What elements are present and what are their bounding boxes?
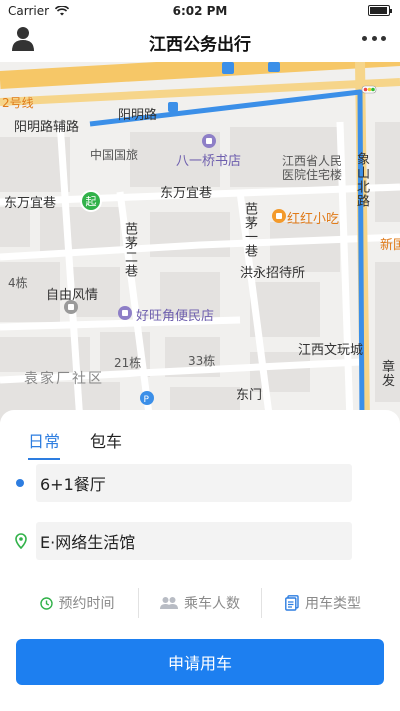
wifi-icon bbox=[55, 6, 70, 16]
tab-charter[interactable]: 包车 bbox=[90, 428, 122, 460]
poi-bookstore-icon bbox=[202, 134, 216, 148]
reserve-time-label: 预约时间 bbox=[58, 596, 115, 612]
page-title: 江西公务出行 bbox=[149, 34, 251, 55]
map-label-honghong: 红红小吃 bbox=[287, 212, 340, 227]
map-label-dongwan-lane-2: 东万宜巷 bbox=[160, 186, 213, 201]
map-label-bayiqiao: 八一桥书店 bbox=[176, 154, 242, 169]
user-icon[interactable] bbox=[12, 26, 34, 52]
reserve-time-option[interactable]: 预约时间 bbox=[16, 586, 138, 620]
map-label-baimao-1: 芭茅一巷 bbox=[242, 202, 257, 258]
start-marker[interactable]: 起 bbox=[80, 190, 102, 212]
car-type-label: 用车类型 bbox=[305, 596, 361, 612]
map-label-xiangshan: 象山北路 bbox=[354, 152, 369, 208]
map-label-yangming-fu: 阳明路辅路 bbox=[14, 120, 80, 135]
tab-daily[interactable]: 日常 bbox=[28, 428, 61, 460]
clock-icon bbox=[39, 596, 53, 610]
nav-bar: 江西公务出行 bbox=[0, 22, 400, 62]
map-label-line2: 2号线 bbox=[2, 96, 34, 110]
destination-field[interactable]: E·网络生活馆 bbox=[36, 522, 352, 560]
booking-card: 日常 包车 6+1餐厅 E·网络生活馆 预约时间 乘车人数 用车类型 申请用车 bbox=[0, 410, 400, 711]
map-label-haowangjiao: 好旺角便民店 bbox=[136, 309, 215, 324]
map-view[interactable]: P 2号线 阳明路辅路 阳明路 中国国旅 八一桥书店 江西省人民 医院住宅楼 东… bbox=[0, 62, 400, 422]
map-label-dongmen: 东门 bbox=[236, 388, 263, 403]
origin-row: 6+1餐厅 bbox=[16, 464, 352, 502]
map-label-yangming: 阳明路 bbox=[118, 108, 158, 123]
tab-bar: 日常 包车 bbox=[28, 428, 122, 460]
map-label-building21: 21栋 bbox=[114, 356, 142, 370]
map-label-jiangxi-wenwan: 江西文玩城 bbox=[298, 343, 364, 358]
svg-text:P: P bbox=[144, 395, 150, 405]
more-icon[interactable] bbox=[362, 34, 386, 42]
document-icon bbox=[285, 595, 299, 611]
status-bar: Carrier 6:02 PM bbox=[0, 0, 400, 22]
map-label-building33: 33栋 bbox=[188, 354, 216, 368]
destination-row: E·网络生活馆 bbox=[15, 522, 352, 560]
map-label-dongwan-lane: 东万宜巷 bbox=[4, 196, 57, 211]
poi-restaurant-icon bbox=[272, 209, 286, 223]
carrier-label: Carrier bbox=[8, 4, 50, 18]
people-icon bbox=[160, 597, 178, 609]
map-label-hongyong: 洪永招待所 bbox=[240, 266, 306, 281]
poi-shop-grey-icon bbox=[64, 300, 78, 314]
map-label-yuanjiachang: 袁家厂社区 bbox=[24, 371, 104, 387]
map-label-xinguo: 新国 bbox=[380, 238, 400, 253]
map-label-fa: 发 bbox=[382, 374, 396, 389]
map-label-hospital-res: 医院住宅楼 bbox=[282, 168, 343, 182]
passenger-count-label: 乘车人数 bbox=[184, 596, 240, 612]
map-label-cits: 中国国旅 bbox=[90, 148, 139, 162]
car-type-option[interactable]: 用车类型 bbox=[262, 586, 384, 620]
location-pin-icon bbox=[15, 533, 27, 549]
origin-dot-icon bbox=[16, 479, 24, 487]
map-label-baimao-2: 芭茅二巷 bbox=[122, 222, 137, 278]
poi-store-icon bbox=[118, 306, 132, 320]
options-bar: 预约时间 乘车人数 用车类型 bbox=[16, 586, 384, 620]
battery-icon bbox=[368, 5, 392, 16]
map-label-building4: 4栋 bbox=[8, 276, 28, 290]
apply-car-button[interactable]: 申请用车 bbox=[16, 639, 384, 685]
origin-field[interactable]: 6+1餐厅 bbox=[36, 464, 352, 502]
passenger-count-option[interactable]: 乘车人数 bbox=[139, 586, 261, 620]
